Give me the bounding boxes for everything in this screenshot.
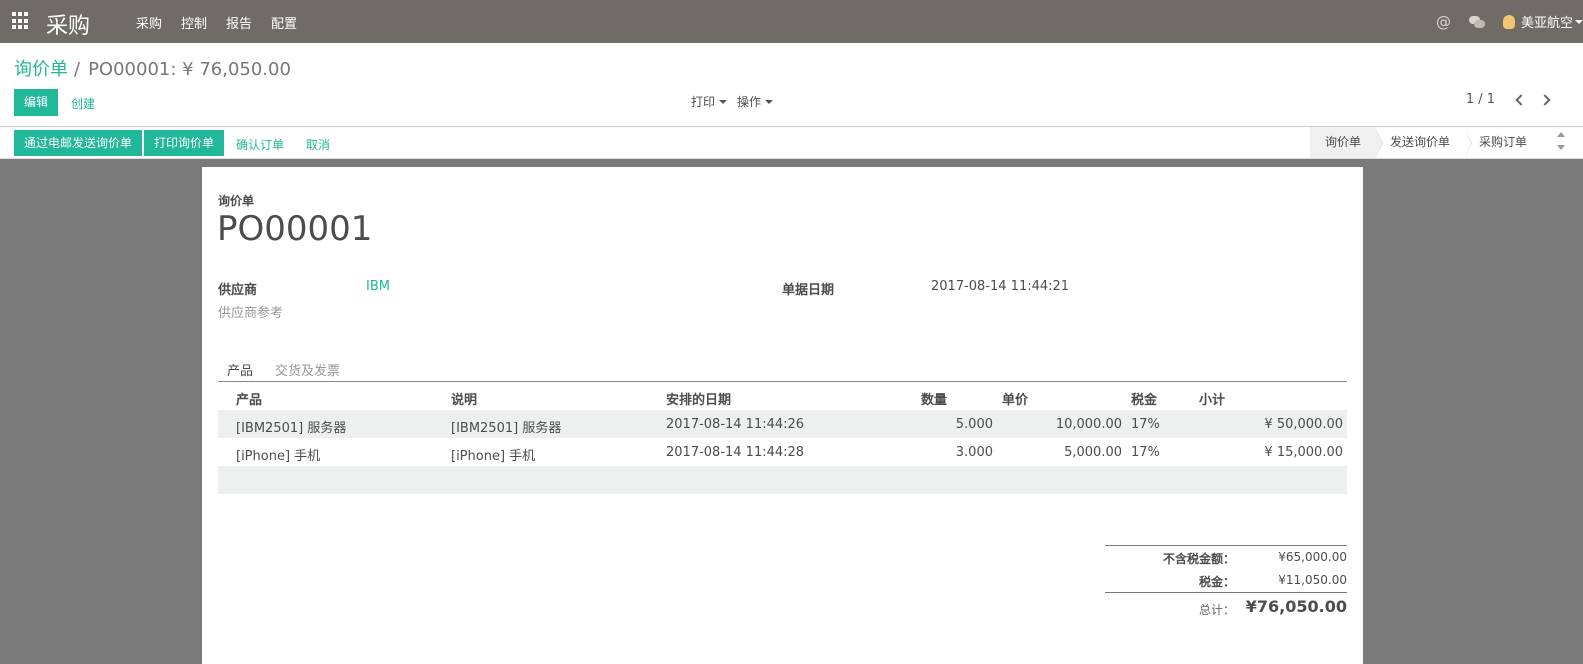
control-panel: 询价单 / PO00001: ¥ 76,050.00 编辑 创建 打印 操作 1 /… — [0, 43, 1583, 127]
chevron-left-icon[interactable] — [1515, 93, 1527, 106]
cell-taxes: 17% — [1131, 445, 1160, 460]
stage-rfq[interactable]: 询价单 — [1310, 127, 1384, 159]
breadcrumb: 询价单 / PO00001: ¥ 76,050.00 — [14, 55, 291, 81]
chevron-right-icon[interactable] — [1539, 93, 1551, 106]
action-dropdown-label: 操作 — [737, 95, 762, 109]
cell-quantity: 5.000 — [955, 417, 993, 432]
tax-amount-label: 税金： — [1198, 575, 1235, 589]
confirm-order-button[interactable]: 确认订单 — [236, 136, 284, 153]
notebook-tabs: 产品 交货及发票 — [218, 357, 1347, 382]
navbar-right: @ 美亚航空 — [1436, 12, 1583, 31]
column-header-quantity[interactable]: 数量 — [921, 389, 947, 408]
order-date-label: 单据日期 — [782, 283, 835, 298]
print-dropdown-label: 打印 — [691, 95, 716, 109]
order-lines-table: 产品 说明 安排的日期 数量 单价 税金 小计 [IBM2501] 服务器 [I… — [218, 382, 1347, 494]
arrow-up-icon[interactable] — [1557, 132, 1565, 137]
send-rfq-email-button[interactable]: 通过电邮发送询价单 — [14, 130, 143, 156]
app-title: 采购 — [46, 14, 91, 39]
stage-label: 询价单 — [1325, 135, 1362, 149]
vendor-link[interactable]: IBM — [366, 279, 390, 294]
breadcrumb-separator: / — [74, 59, 81, 80]
cell-product: [IBM2501] 服务器 — [236, 421, 347, 436]
print-rfq-button[interactable]: 打印询价单 — [144, 130, 225, 156]
cell-scheduled-date: 2017-08-14 11:44:28 — [666, 445, 805, 460]
document-type-label: 询价单 — [218, 194, 255, 208]
total-label: 总计： — [1198, 603, 1235, 617]
breadcrumb-current: PO00001: ¥ 76,050.00 — [88, 59, 291, 80]
stage-purchase-order[interactable]: 采购订单 — [1464, 127, 1542, 158]
user-avatar[interactable] — [1502, 14, 1515, 29]
document-name: PO00001 — [217, 209, 373, 249]
pager: 1 / 1 — [1466, 92, 1557, 107]
cell-unit-price: 5,000.00 — [1064, 445, 1122, 460]
vendor-label: 供应商 — [218, 283, 258, 298]
cell-description: [iPhone] 手机 — [451, 449, 536, 464]
caret-down-icon — [765, 99, 774, 104]
column-header-subtotal[interactable]: 小计 — [1199, 389, 1225, 408]
table-row[interactable]: [iPhone] 手机 [iPhone] 手机 2017-08-14 11:44… — [218, 438, 1347, 466]
total-row: 总计： ¥76,050.00 — [1105, 593, 1347, 621]
stage-label: 采购订单 — [1479, 135, 1528, 149]
user-caret-icon[interactable] — [1575, 19, 1583, 24]
action-dropdown[interactable]: 操作 — [737, 93, 774, 110]
cell-description: [IBM2501] 服务器 — [451, 421, 562, 436]
breadcrumb-rfq-link[interactable]: 询价单 — [14, 59, 68, 80]
cell-product: [iPhone] 手机 — [236, 449, 321, 464]
tax-amount-row: 税金： ¥11,050.00 — [1105, 569, 1347, 592]
table-header: 产品 说明 安排的日期 数量 单价 税金 小计 — [218, 382, 1347, 410]
table-row[interactable]: [IBM2501] 服务器 [IBM2501] 服务器 2017-08-14 1… — [218, 410, 1347, 438]
tax-amount-value: ¥11,050.00 — [1278, 573, 1347, 587]
cell-quantity: 3.000 — [955, 445, 993, 460]
total-value: ¥76,050.00 — [1245, 597, 1347, 616]
column-header-taxes[interactable]: 税金 — [1131, 389, 1157, 408]
column-header-description[interactable]: 说明 — [451, 389, 477, 408]
top-navbar: 采购 采购 控制 报告 配置 @ 美亚航空 — [0, 0, 1583, 43]
untaxed-amount-value: ¥65,000.00 — [1278, 550, 1347, 564]
cell-taxes: 17% — [1131, 417, 1160, 432]
menu-control[interactable]: 控制 — [181, 13, 207, 32]
pager-value[interactable]: 1 / 1 — [1466, 92, 1495, 107]
menu-purchase[interactable]: 采购 — [136, 13, 162, 32]
mention-icon[interactable]: @ — [1436, 13, 1451, 31]
vendor-reference-label: 供应商参考 — [218, 306, 284, 321]
menu-reporting[interactable]: 报告 — [226, 13, 252, 32]
stage-rfq-sent[interactable]: 发送询价单 — [1375, 127, 1473, 159]
cell-scheduled-date: 2017-08-14 11:44:26 — [666, 417, 805, 432]
column-header-product[interactable]: 产品 — [236, 389, 262, 408]
cancel-button[interactable]: 取消 — [306, 136, 330, 153]
create-button[interactable]: 创建 — [71, 95, 95, 112]
menu-configuration[interactable]: 配置 — [271, 13, 297, 32]
table-row-empty[interactable] — [218, 466, 1347, 494]
untaxed-amount-row: 不含税金额： ¥65,000.00 — [1105, 546, 1347, 569]
stage-label: 发送询价单 — [1390, 135, 1451, 149]
main-menu: 采购 控制 报告 配置 — [136, 13, 316, 32]
arrow-down-icon[interactable] — [1557, 145, 1565, 150]
edit-button[interactable]: 编辑 — [14, 89, 58, 116]
apps-grid-icon[interactable] — [12, 12, 30, 30]
caret-down-icon — [719, 99, 728, 104]
untaxed-amount-label: 不含税金额： — [1162, 552, 1235, 566]
stage-scroll[interactable] — [1557, 130, 1567, 156]
print-dropdown[interactable]: 打印 — [691, 93, 728, 110]
tab-products[interactable]: 产品 — [227, 360, 253, 379]
column-header-unit-price[interactable]: 单价 — [1002, 389, 1028, 408]
tab-deliveries-invoices[interactable]: 交货及发票 — [275, 360, 340, 379]
column-header-scheduled-date[interactable]: 安排的日期 — [666, 389, 731, 408]
status-stages: 询价单 发送询价单 采购订单 — [1310, 127, 1542, 159]
order-totals: 不含税金额： ¥65,000.00 税金： ¥11,050.00 总计： ¥76… — [1105, 545, 1347, 621]
cell-unit-price: 10,000.00 — [1055, 417, 1122, 432]
form-sheet: 询价单 PO00001 供应商 IBM 供应商参考 单据日期 2017-08-1… — [202, 167, 1363, 664]
form-statusbar: 通过电邮发送询价单 打印询价单 确认订单 取消 询价单 发送询价单 采购订单 — [0, 127, 1583, 159]
cell-subtotal: ¥ 15,000.00 — [1264, 445, 1343, 460]
sidebar-dropdowns: 打印 操作 — [691, 93, 783, 110]
chat-icon[interactable] — [1468, 15, 1485, 28]
order-date-value: 2017-08-14 11:44:21 — [931, 279, 1070, 294]
cell-subtotal: ¥ 50,000.00 — [1264, 417, 1343, 432]
user-menu[interactable]: 美亚航空 — [1521, 12, 1573, 31]
